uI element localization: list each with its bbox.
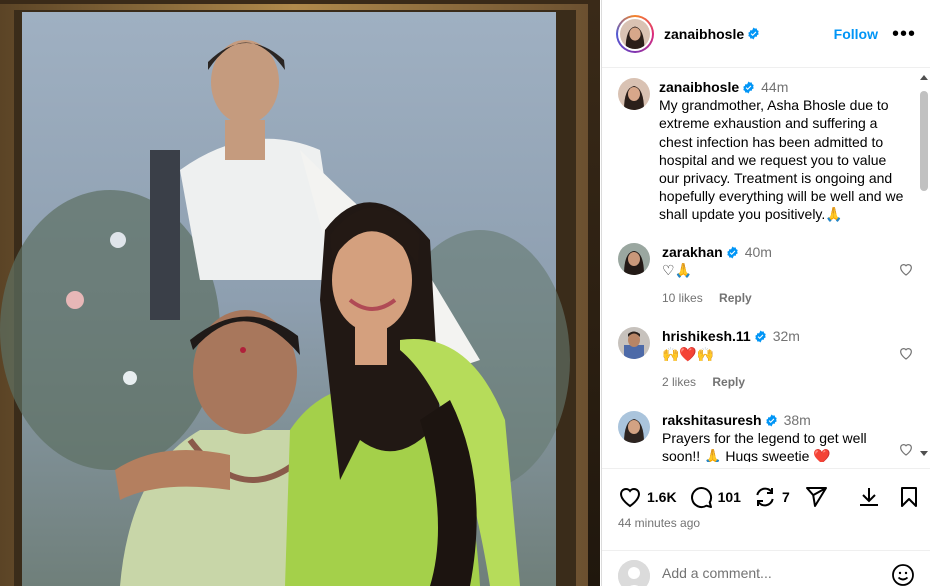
scroll-up-icon[interactable] xyxy=(920,75,928,80)
comment-input[interactable] xyxy=(662,565,862,581)
post-timestamp: 44 minutes ago xyxy=(618,516,701,530)
post-sidebar: zanaibhosle Follow ••• zanaibhosle 44m My… xyxy=(601,0,930,586)
comment-text: Prayers for the legend to get well soon!… xyxy=(662,430,867,462)
repost-icon[interactable] xyxy=(753,485,777,509)
caption-username[interactable]: zanaibhosle xyxy=(659,79,739,95)
avatar[interactable] xyxy=(618,243,650,275)
comment-time: 40m xyxy=(744,244,772,260)
like-comment-icon[interactable] xyxy=(898,441,914,457)
comment-likes[interactable]: 10 likes xyxy=(662,291,703,305)
add-comment-bar xyxy=(602,550,930,586)
verified-badge-icon xyxy=(755,330,766,343)
verified-badge-icon xyxy=(727,246,738,259)
share-icon[interactable] xyxy=(804,485,828,509)
caption-text: My grandmother, Asha Bhosle due to extre… xyxy=(659,97,904,223)
comment: rakshitasuresh 38m Prayers for the legend… xyxy=(618,411,918,462)
scrollbar-thumb[interactable] xyxy=(920,91,928,191)
post-header: zanaibhosle Follow ••• xyxy=(602,0,930,68)
story-ring[interactable] xyxy=(616,14,654,53)
verified-badge-icon xyxy=(765,414,777,427)
verified-badge-icon xyxy=(743,81,754,94)
comment-username[interactable]: zarakhan xyxy=(662,244,723,260)
likes-count[interactable]: 1.6K xyxy=(647,489,677,505)
comment-text: 🙌❤️🙌 xyxy=(662,346,715,362)
comment-time: 38m xyxy=(783,412,811,428)
comment: hrishikesh.11 32m 🙌❤️🙌 2 likes Reply xyxy=(618,327,918,391)
comment: zarakhan 40m ♡🙏 10 likes Reply xyxy=(618,243,918,307)
comments-count[interactable]: 101 xyxy=(718,489,741,505)
comment-likes[interactable]: 2 likes xyxy=(662,375,696,389)
follow-button[interactable]: Follow xyxy=(834,26,878,42)
reply-button[interactable]: Reply xyxy=(712,375,745,389)
emoji-icon[interactable] xyxy=(891,563,915,586)
comment-icon[interactable] xyxy=(689,485,713,509)
post-image xyxy=(0,0,600,586)
avatar[interactable] xyxy=(618,327,650,359)
like-heart-icon[interactable] xyxy=(618,485,642,509)
like-comment-icon[interactable] xyxy=(898,261,914,277)
reposts-count[interactable]: 7 xyxy=(782,489,790,505)
post-photo[interactable] xyxy=(0,0,600,586)
bookmark-icon[interactable] xyxy=(897,485,921,509)
caption-time: 44m xyxy=(761,79,789,95)
avatar[interactable] xyxy=(618,78,650,110)
caption: zanaibhosle 44m My grandmother, Asha Bhos… xyxy=(618,78,908,224)
reply-button[interactable]: Reply xyxy=(719,291,752,305)
avatar[interactable] xyxy=(618,411,650,443)
comments-scrollbar[interactable] xyxy=(917,69,930,462)
avatar xyxy=(620,18,650,49)
comment-username[interactable]: rakshitasuresh xyxy=(662,412,762,428)
current-user-avatar xyxy=(618,560,650,586)
comment-username[interactable]: hrishikesh.11 xyxy=(662,328,751,344)
comments-list[interactable]: zanaibhosle 44m My grandmother, Asha Bhos… xyxy=(602,69,930,462)
download-icon[interactable] xyxy=(857,485,881,509)
comment-time: 32m xyxy=(772,328,800,344)
more-options-icon[interactable]: ••• xyxy=(892,24,916,44)
comment-text: ♡🙏 xyxy=(662,262,692,278)
post-actions: 1.6K 101 7 44 minutes ago xyxy=(602,468,930,538)
verified-badge-icon xyxy=(748,27,759,40)
header-username[interactable]: zanaibhosle xyxy=(664,26,744,42)
scroll-down-icon[interactable] xyxy=(920,451,928,456)
like-comment-icon[interactable] xyxy=(898,345,914,361)
